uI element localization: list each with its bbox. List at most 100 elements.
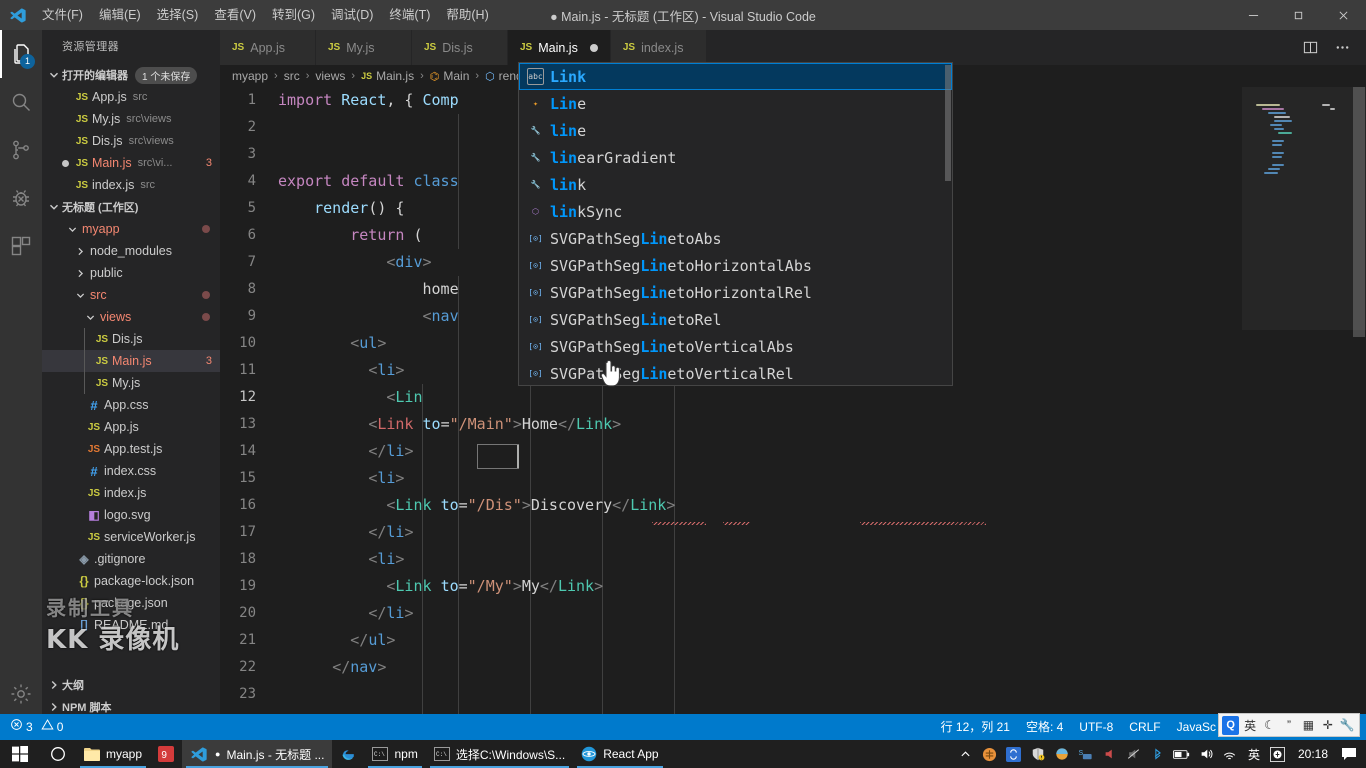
menu-file[interactable]: 文件(F) [34, 0, 91, 30]
open-editor-item[interactable]: JS Dis.js src\views [42, 130, 220, 152]
taskbar-item-Mainjs[interactable]: ● Main.js - 无标题 ... [182, 740, 333, 768]
tab-App-js[interactable]: JS App.js [220, 30, 316, 65]
tree-file[interactable]: {} package-lock.json [42, 570, 220, 592]
tree-file[interactable]: [] README.md [42, 614, 220, 636]
indentation[interactable]: 空格: 4 [1018, 714, 1071, 740]
suggest-item[interactable]: 🔧 link [519, 171, 952, 198]
suggest-item[interactable]: 🔧 line [519, 117, 952, 144]
breadcrumb-item-src[interactable]: src [284, 69, 300, 83]
activity-explorer[interactable]: 1 [0, 30, 42, 78]
menu-goto[interactable]: 转到(G) [264, 0, 323, 30]
menu-terminal[interactable]: 终端(T) [381, 0, 438, 30]
tray-security-icon[interactable] [1026, 740, 1050, 768]
ime-tools-icon[interactable]: ✛ [1319, 716, 1336, 735]
notification-icon[interactable] [1336, 740, 1362, 768]
more-actions-icon[interactable] [1328, 34, 1356, 62]
tree-file[interactable]: JS App.test.js [42, 438, 220, 460]
tray-speaker-icon[interactable] [1194, 740, 1218, 768]
tray-sync-icon[interactable] [1002, 740, 1026, 768]
tray-sunlogin-icon[interactable]: S [1074, 740, 1098, 768]
breadcrumb-item-myapp[interactable]: myapp [232, 69, 268, 83]
tree-file[interactable]: JS serviceWorker.js [42, 526, 220, 548]
suggest-item[interactable]: ✦ Line [519, 90, 952, 117]
ime-punct-icon[interactable]: ” [1280, 716, 1297, 735]
suggest-item[interactable]: [⊙] SVGPathSegLinetoHorizontalAbs [519, 252, 952, 279]
taskbar-item[interactable] [332, 740, 364, 768]
tree-file[interactable]: JS My.js [42, 372, 220, 394]
taskbar-item-npm[interactable]: C:\ npm [364, 740, 425, 768]
tree-folder[interactable]: public [42, 262, 220, 284]
menu-edit[interactable]: 编辑(E) [91, 0, 149, 30]
taskbar-item-CWindowsS[interactable]: C:\ 选择C:\Windows\S... [426, 740, 573, 768]
tree-file[interactable]: # App.css [42, 394, 220, 416]
taskbar-item[interactable]: 9 [150, 740, 182, 768]
tree-file[interactable]: JS App.js [42, 416, 220, 438]
maximize-icon[interactable] [1276, 0, 1321, 30]
section-open-editors[interactable]: 打开的编辑器 1 个未保存 [42, 64, 220, 86]
taskbar-item-ReactApp[interactable]: React App [573, 740, 666, 768]
open-editor-item[interactable]: JS index.js src [42, 174, 220, 196]
menu-view[interactable]: 查看(V) [206, 0, 264, 30]
ime-logo-icon[interactable]: Q [1222, 715, 1240, 735]
tray-bluetooth-icon[interactable] [1146, 740, 1170, 768]
suggest-item[interactable]: [⊙] SVGPathSegLinetoAbs [519, 225, 952, 252]
close-icon[interactable] [1321, 0, 1366, 30]
end-of-line[interactable]: CRLF [1121, 714, 1168, 740]
activity-search[interactable] [0, 78, 42, 126]
menu-bar[interactable]: 文件(F) 编辑(E) 选择(S) 查看(V) 转到(G) 调试(D) 终端(T… [34, 0, 497, 30]
tray-app-icon[interactable] [978, 740, 1002, 768]
suggest-item[interactable]: abc Link [519, 63, 952, 90]
tree-file[interactable]: JS Dis.js [42, 328, 220, 350]
problems-status[interactable]: 3 0 [10, 714, 71, 740]
tray-volume-up-icon[interactable] [1098, 740, 1122, 768]
open-editor-item[interactable]: JS App.js src [42, 86, 220, 108]
editor-scrollbar[interactable] [1352, 87, 1366, 707]
breadcrumb-item-views[interactable]: views [315, 69, 345, 83]
tree-file[interactable]: ◧ logo.svg [42, 504, 220, 526]
tree-file[interactable]: {} package.json [42, 592, 220, 614]
tree-folder[interactable]: node_modules [42, 240, 220, 262]
tray-mute-icon[interactable] [1122, 740, 1146, 768]
suggest-scrollbar[interactable] [944, 63, 952, 385]
tree-file[interactable]: ◈ .gitignore [42, 548, 220, 570]
ime-moon-icon[interactable]: ☾ [1261, 716, 1278, 735]
section-outline[interactable]: 大纲 [42, 674, 220, 696]
activity-debug[interactable] [0, 174, 42, 222]
tray-battery-icon[interactable] [1170, 740, 1194, 768]
tree-folder[interactable]: views [42, 306, 220, 328]
tray-wifi-icon[interactable] [1218, 740, 1242, 768]
suggest-item[interactable]: [⊙] SVGPathSegLinetoVerticalAbs [519, 333, 952, 360]
menu-select[interactable]: 选择(S) [149, 0, 207, 30]
tray-ime-icon[interactable]: 英 [1242, 740, 1266, 768]
scrollbar-thumb[interactable] [1353, 87, 1365, 337]
breadcrumb-item-Main-js[interactable]: JS Main.js [361, 69, 414, 83]
tray-qq-icon[interactable] [1266, 740, 1290, 768]
tray-expand-icon[interactable] [954, 740, 978, 768]
tree-folder[interactable]: myapp [42, 218, 220, 240]
taskbar-item-myapp[interactable]: myapp [76, 740, 150, 768]
tree-file[interactable]: # index.css [42, 460, 220, 482]
breadcrumb-item-Main[interactable]: ⌬ Main [430, 69, 470, 83]
suggest-item[interactable]: ⬡ linkSync [519, 198, 952, 225]
suggest-item[interactable]: [⊙] SVGPathSegLinetoVerticalRel [519, 360, 952, 385]
tab-dirty-indicator[interactable] [589, 43, 598, 52]
cursor-position[interactable]: 行 12，列 21 [933, 714, 1018, 740]
encoding[interactable]: UTF-8 [1071, 714, 1121, 740]
cortana-circle-icon[interactable] [40, 740, 76, 768]
split-editor-icon[interactable] [1296, 34, 1324, 62]
ime-settings-icon[interactable]: 🔧 [1339, 716, 1356, 735]
activity-extensions[interactable] [0, 222, 42, 270]
tray-circle-icon[interactable] [1050, 740, 1074, 768]
tree-file[interactable]: JS index.js [42, 482, 220, 504]
ime-keyboard-icon[interactable]: ▦ [1300, 716, 1317, 735]
tab-Main-js[interactable]: JS Main.js [508, 30, 611, 65]
tree-file[interactable]: JS Main.js 3 [42, 350, 220, 372]
menu-debug[interactable]: 调试(D) [323, 0, 381, 30]
suggest-item[interactable]: 🔧 linearGradient [519, 144, 952, 171]
minimize-icon[interactable] [1231, 0, 1276, 30]
windows-start-icon[interactable] [0, 740, 40, 768]
tree-folder[interactable]: src [42, 284, 220, 306]
gear-icon[interactable] [0, 670, 42, 718]
open-editor-item[interactable]: JS My.js src\views [42, 108, 220, 130]
taskbar-clock[interactable]: 20:18 [1290, 747, 1336, 761]
